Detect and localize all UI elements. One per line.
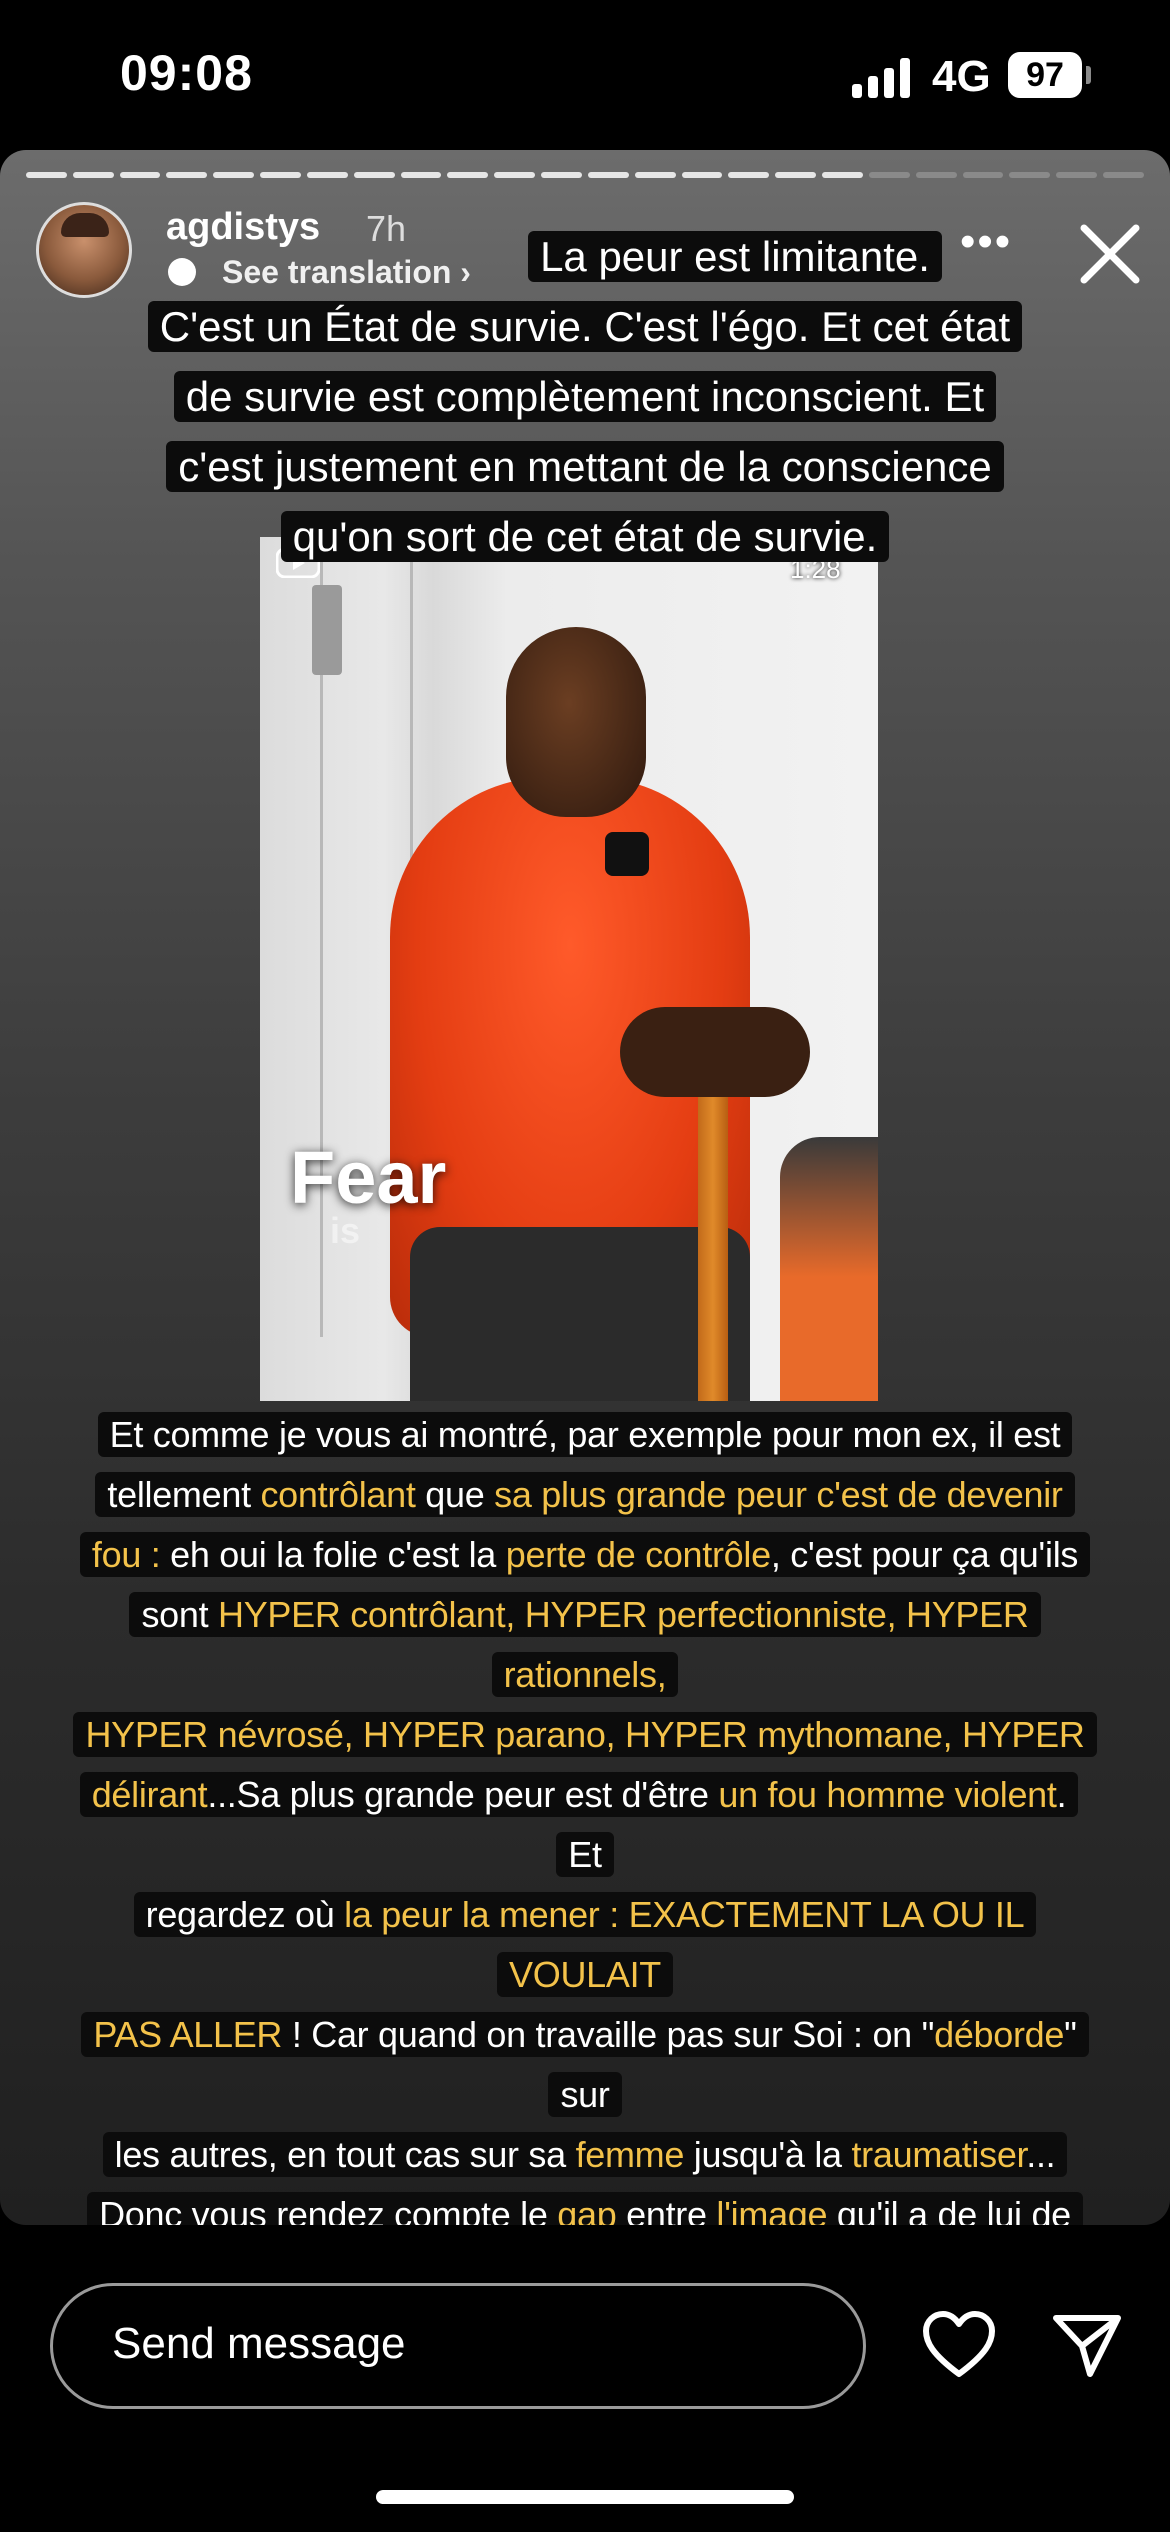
caption-highlight: fou : [91,1534,161,1575]
progress-segment [213,172,255,178]
progress-segment [587,172,629,178]
caption-highlight: un fou homme violent [718,1774,1057,1815]
caption-text: , c'est pour ça qu'ils [770,1534,1079,1575]
caption-highlight: perte de contrôle [505,1534,771,1575]
instagram-story-screen: 09:08 4G 97 agdistys 7h See translation … [0,0,1170,2532]
caption-text: que [415,1474,495,1515]
caption-text: entre [616,2194,717,2225]
progress-segment [72,172,114,178]
caption-line: tellement contrôlant que sa plus grande … [95,1472,1075,1517]
caption-text: ...Sa plus grande peur est d'être [207,1774,719,1815]
progress-segment [1056,172,1098,178]
progress-segment [634,172,676,178]
progress-segment [681,172,723,178]
caption-line: de survie est complètement inconscient. … [173,371,997,422]
person-hands [620,1007,810,1097]
story-top-caption: La peur est limitante. C'est un État de s… [140,222,1030,572]
progress-segment [1103,172,1144,178]
caption-highlight: HYPER contrôlant, HYPER perfectionniste,… [218,1594,1029,1695]
caption-text: les autres, en tout cas sur sa [114,2134,576,2175]
caption-highlight: traumatiser [851,2134,1027,2175]
progress-segment [494,172,536,178]
wooden-cane [698,1057,728,1401]
lavalier-mic [605,832,649,876]
progress-segment [915,172,957,178]
battery-tip [1086,66,1091,84]
video-overlay-text: Fear [290,1136,447,1219]
video-overlay-text-2: is [330,1210,361,1251]
status-bar: 09:08 4G 97 [0,0,1170,150]
caption-line: C'est un État de survie. C'est l'égo. Et… [147,301,1023,352]
caption-line: sont HYPER contrôlant, HYPER perfectionn… [129,1592,1041,1697]
network-type: 4G [932,52,991,101]
progress-segment [1009,172,1051,178]
caption-line: HYPER névrosé, HYPER parano, HYPER mytho… [73,1712,1097,1757]
caption-highlight: PAS ALLER [93,2014,283,2055]
caption-line: Donc vous rendez compte le gap entre l'i… [87,2192,1083,2225]
caption-text: Et comme je vous ai montré, par exemple … [109,1414,1061,1455]
caption-text: eh oui la folie c'est la [160,1534,506,1575]
caption-line: les autres, en tout cas sur sa femme jus… [102,2132,1068,2177]
caption-highlight: femme [575,2134,685,2175]
caption-line: Et comme je vous ai montré, par exemple … [97,1412,1073,1457]
caption-line: délirant...Sa plus grande peur est d'êtr… [79,1772,1079,1877]
caption-text: sont [141,1594,218,1635]
progress-segment [306,172,348,178]
caption-highlight: contrôlant [260,1474,416,1515]
status-time: 09:08 [120,45,253,101]
caption-text: qu'il a de lui de [827,2194,1071,2225]
caption-highlight: HYPER névrosé, HYPER parano, HYPER mytho… [85,1714,1085,1755]
send-message-placeholder: Send message [112,2319,406,2368]
signal-strength-icon [852,58,912,98]
caption-text: regardez où [145,1894,345,1935]
person-head [506,627,646,817]
caption-highlight: délirant [91,1774,208,1815]
caption-text: ! Car quand on travaille pas sur Soi : o… [282,2014,935,2055]
progress-segment [868,172,910,178]
progress-segment [775,172,817,178]
video-thumbnail[interactable] [260,537,878,1401]
caption-text: tellement [107,1474,261,1515]
caption-line: qu'on sort de cet état de survie. [280,511,890,562]
progress-segment [166,172,208,178]
caption-line: regardez où la peur la mener : EXACTEMEN… [133,1892,1037,1997]
home-indicator[interactable] [376,2490,794,2504]
caption-highlight: l'image [716,2194,828,2225]
progress-segment [260,172,301,178]
caption-line: PAS ALLER ! Car quand on travaille pas s… [81,2012,1089,2117]
battery-icon: 97 [1008,52,1082,98]
caption-highlight: sa plus grande peur c'est de devenir [494,1474,1063,1515]
progress-segment [541,172,582,178]
door-handle [312,585,342,675]
progress-segment [822,172,863,178]
progress-segment [400,172,442,178]
caption-highlight: déborde [934,2014,1065,2055]
caption-text: Donc vous rendez compte le [99,2194,558,2225]
caption-highlight: gap [557,2194,617,2225]
close-icon[interactable] [1072,216,1148,292]
progress-segment [119,172,161,178]
caption-text: jusqu'à la [684,2134,852,2175]
story-progress-bar [26,172,1144,178]
progress-segment [26,172,67,178]
story-bottom-caption: Et comme je vous ai montré, par exemple … [70,1405,1100,2225]
progress-segment [728,172,770,178]
paper-plane-icon[interactable] [1050,2310,1124,2380]
caption-line: fou : eh oui la folie c'est la perte de … [79,1532,1091,1577]
caption-line: La peur est limitante. [528,231,942,282]
caption-highlight: la peur la mener : EXACTEMENT LA OU IL V… [344,1894,1025,1995]
avatar[interactable] [36,202,132,298]
caption-text: ... [1026,2134,1056,2175]
progress-segment [353,172,395,178]
progress-segment [962,172,1004,178]
heart-icon[interactable] [922,2310,996,2380]
background-person [780,1137,878,1401]
story-card[interactable]: agdistys 7h See translation › ••• 1:28 F [0,150,1170,2225]
caption-line: c'est justement en mettant de la conscie… [166,441,1004,492]
progress-segment [447,172,489,178]
